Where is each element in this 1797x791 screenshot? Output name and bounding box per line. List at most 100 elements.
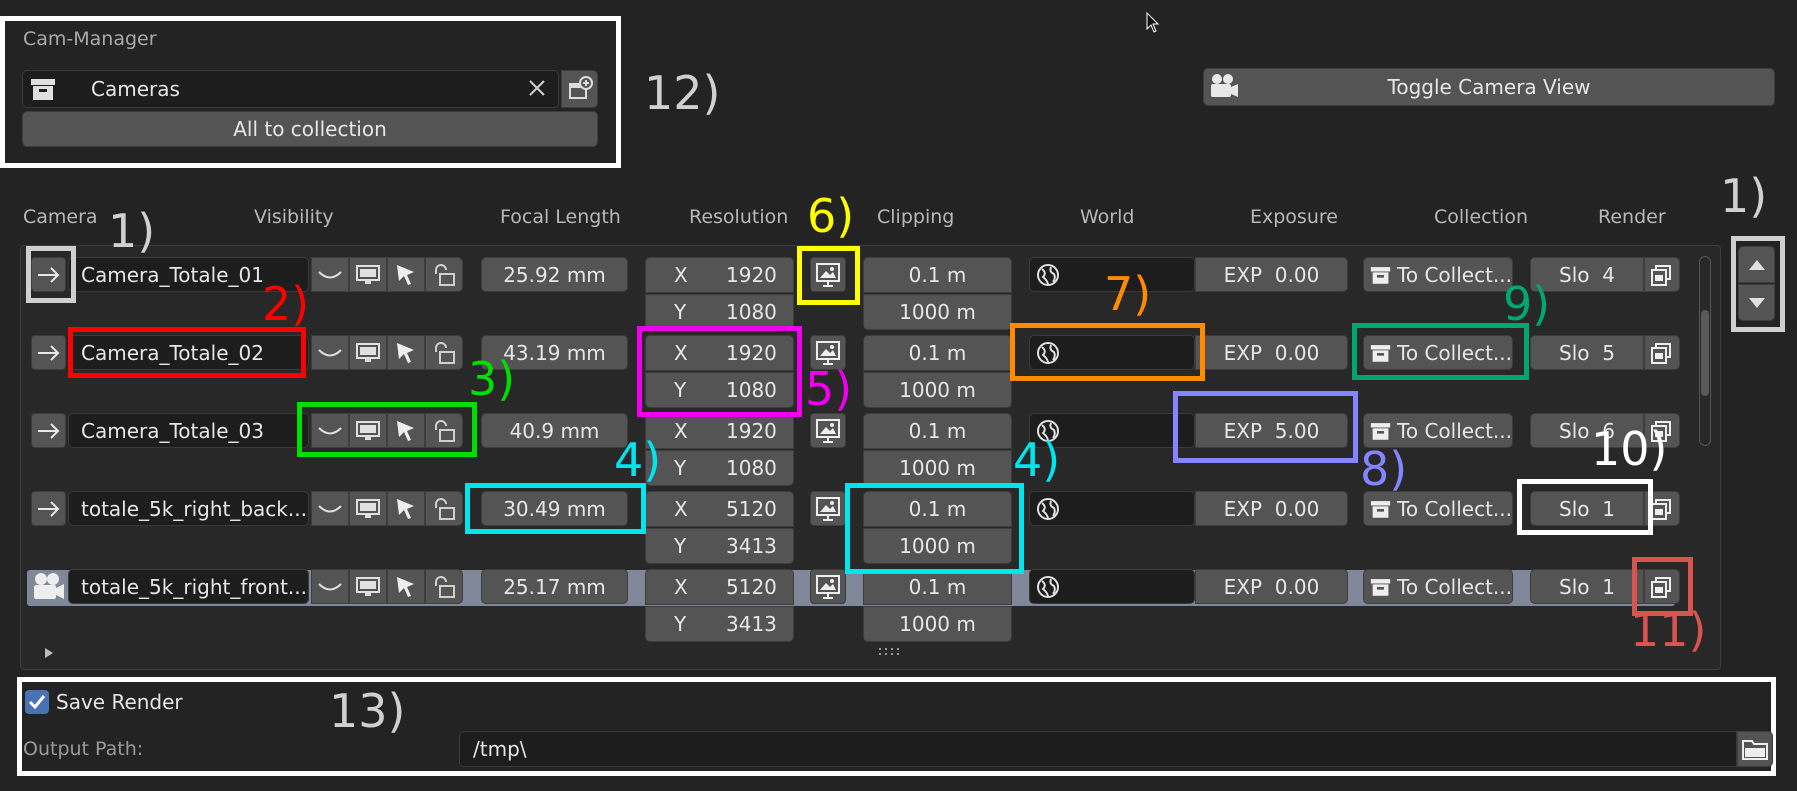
- viewport-toggle[interactable]: [349, 257, 387, 292]
- camera-name-field[interactable]: totale_5k_right_front...: [68, 569, 309, 604]
- focal-length-field[interactable]: 40.9 mm: [481, 413, 628, 448]
- visibility-toggle[interactable]: [311, 569, 349, 604]
- clip-end-field[interactable]: 1000 m: [863, 294, 1012, 330]
- resolution-x-field[interactable]: X 5120: [645, 491, 794, 527]
- clip-end-value: 1000 m: [899, 534, 976, 558]
- folder-icon[interactable]: [1737, 731, 1773, 767]
- resolution-x-field[interactable]: X 1920: [645, 335, 794, 371]
- clip-end-field[interactable]: 1000 m: [863, 528, 1012, 564]
- toggle-camera-view-button[interactable]: Toggle Camera View: [1203, 68, 1775, 106]
- move-down-button[interactable]: [1738, 284, 1775, 321]
- select-toggle[interactable]: [387, 257, 425, 292]
- clip-start-field[interactable]: 0.1 m: [863, 335, 1012, 371]
- resize-grip-icon[interactable]: [878, 646, 902, 658]
- to-collection-button[interactable]: To Collect...: [1363, 257, 1513, 292]
- camera-name-field[interactable]: Camera_Totale_02: [68, 335, 309, 370]
- render-slot-field[interactable]: Slo 1: [1530, 491, 1644, 526]
- clip-end-field[interactable]: 1000 m: [863, 372, 1012, 408]
- clip-start-field[interactable]: 0.1 m: [863, 491, 1012, 527]
- resolution-y-field[interactable]: Y 3413: [645, 606, 794, 642]
- set-resolution-button[interactable]: [810, 569, 846, 604]
- resolution-x-field[interactable]: X 1920: [645, 257, 794, 293]
- new-collection-icon[interactable]: [561, 70, 598, 108]
- collection-box-icon: [30, 77, 56, 101]
- to-collection-button[interactable]: To Collect...: [1363, 569, 1513, 604]
- monitor-icon: [356, 264, 380, 284]
- collection-field-value: Cameras: [91, 77, 180, 101]
- set-active-camera-button[interactable]: [31, 413, 66, 448]
- visibility-toggle[interactable]: [311, 413, 349, 448]
- close-icon[interactable]: [526, 77, 548, 99]
- focal-length-field[interactable]: 30.49 mm: [481, 491, 628, 526]
- viewport-toggle[interactable]: [349, 413, 387, 448]
- exposure-field[interactable]: EXP 0.00: [1195, 257, 1348, 292]
- select-toggle[interactable]: [387, 491, 425, 526]
- checkbox-icon[interactable]: [25, 690, 49, 714]
- world-field[interactable]: [1029, 491, 1195, 526]
- clip-end-field[interactable]: 1000 m: [863, 450, 1012, 486]
- set-active-camera-button[interactable]: [31, 491, 66, 526]
- annotation-label-4b: 4): [1013, 433, 1061, 487]
- camera-name-field[interactable]: totale_5k_right_back...: [68, 491, 309, 526]
- output-path-field[interactable]: /tmp\: [459, 731, 1737, 767]
- world-field[interactable]: [1029, 335, 1195, 370]
- exposure-field[interactable]: EXP 5.00: [1195, 413, 1348, 448]
- visibility-toggle[interactable]: [311, 257, 349, 292]
- world-field[interactable]: [1029, 569, 1195, 604]
- unlock-icon: [435, 575, 455, 598]
- resolution-y-field[interactable]: Y 1080: [645, 372, 794, 408]
- render-button[interactable]: [1644, 569, 1680, 604]
- expand-triangle-icon[interactable]: [43, 647, 55, 659]
- select-toggle[interactable]: [387, 569, 425, 604]
- resolution-y-field[interactable]: Y 1080: [645, 294, 794, 330]
- render-button[interactable]: [1644, 257, 1680, 292]
- to-collection-button[interactable]: To Collect...: [1363, 335, 1513, 370]
- clip-start-field[interactable]: 0.1 m: [863, 569, 1012, 605]
- resolution-x-field[interactable]: X 1920: [645, 413, 794, 449]
- render-slot-value: Slo 4: [1559, 262, 1615, 287]
- clip-start-field[interactable]: 0.1 m: [863, 413, 1012, 449]
- select-toggle[interactable]: [387, 335, 425, 370]
- lock-toggle[interactable]: [425, 335, 463, 370]
- focal-length-field[interactable]: 25.17 mm: [481, 569, 628, 604]
- lock-toggle[interactable]: [425, 413, 463, 448]
- list-scrollbar-thumb[interactable]: [1701, 310, 1709, 396]
- move-up-button[interactable]: [1738, 246, 1775, 283]
- render-slot-field[interactable]: Slo 5: [1530, 335, 1644, 370]
- exposure-field[interactable]: EXP 0.00: [1195, 569, 1348, 604]
- resolution-x-field[interactable]: X 5120: [645, 569, 794, 605]
- set-active-camera-button[interactable]: [31, 335, 66, 370]
- resolution-y-field[interactable]: Y 3413: [645, 528, 794, 564]
- lock-toggle[interactable]: [425, 491, 463, 526]
- all-to-collection-button[interactable]: All to collection: [22, 111, 598, 147]
- render-slot-icon: [1651, 264, 1671, 286]
- render-button[interactable]: [1644, 491, 1680, 526]
- set-resolution-button[interactable]: [810, 257, 846, 292]
- clip-start-field[interactable]: 0.1 m: [863, 257, 1012, 293]
- set-active-camera-button[interactable]: [31, 257, 66, 292]
- monitor-icon: [356, 576, 380, 596]
- to-collection-button[interactable]: To Collect...: [1363, 491, 1513, 526]
- render-slot-field[interactable]: Slo 1: [1530, 569, 1644, 604]
- render-button[interactable]: [1644, 335, 1680, 370]
- visibility-toggle[interactable]: [311, 335, 349, 370]
- collection-field[interactable]: Cameras: [22, 70, 559, 108]
- viewport-toggle[interactable]: [349, 491, 387, 526]
- clip-end-field[interactable]: 1000 m: [863, 606, 1012, 642]
- set-resolution-button[interactable]: [810, 491, 846, 526]
- save-render-label[interactable]: Save Render: [56, 690, 183, 714]
- resolution-y-label: Y: [674, 378, 687, 402]
- exposure-field[interactable]: EXP 0.00: [1195, 491, 1348, 526]
- set-resolution-button[interactable]: [810, 413, 846, 448]
- focal-length-field[interactable]: 25.92 mm: [481, 257, 628, 292]
- camera-name-field[interactable]: Camera_Totale_03: [68, 413, 309, 448]
- select-toggle[interactable]: [387, 413, 425, 448]
- viewport-toggle[interactable]: [349, 569, 387, 604]
- resolution-y-field[interactable]: Y 1080: [645, 450, 794, 486]
- header-render: Render: [1598, 206, 1666, 228]
- visibility-toggle[interactable]: [311, 491, 349, 526]
- lock-toggle[interactable]: [425, 569, 463, 604]
- exposure-field[interactable]: EXP 0.00: [1195, 335, 1348, 370]
- lock-toggle[interactable]: [425, 257, 463, 292]
- viewport-toggle[interactable]: [349, 335, 387, 370]
